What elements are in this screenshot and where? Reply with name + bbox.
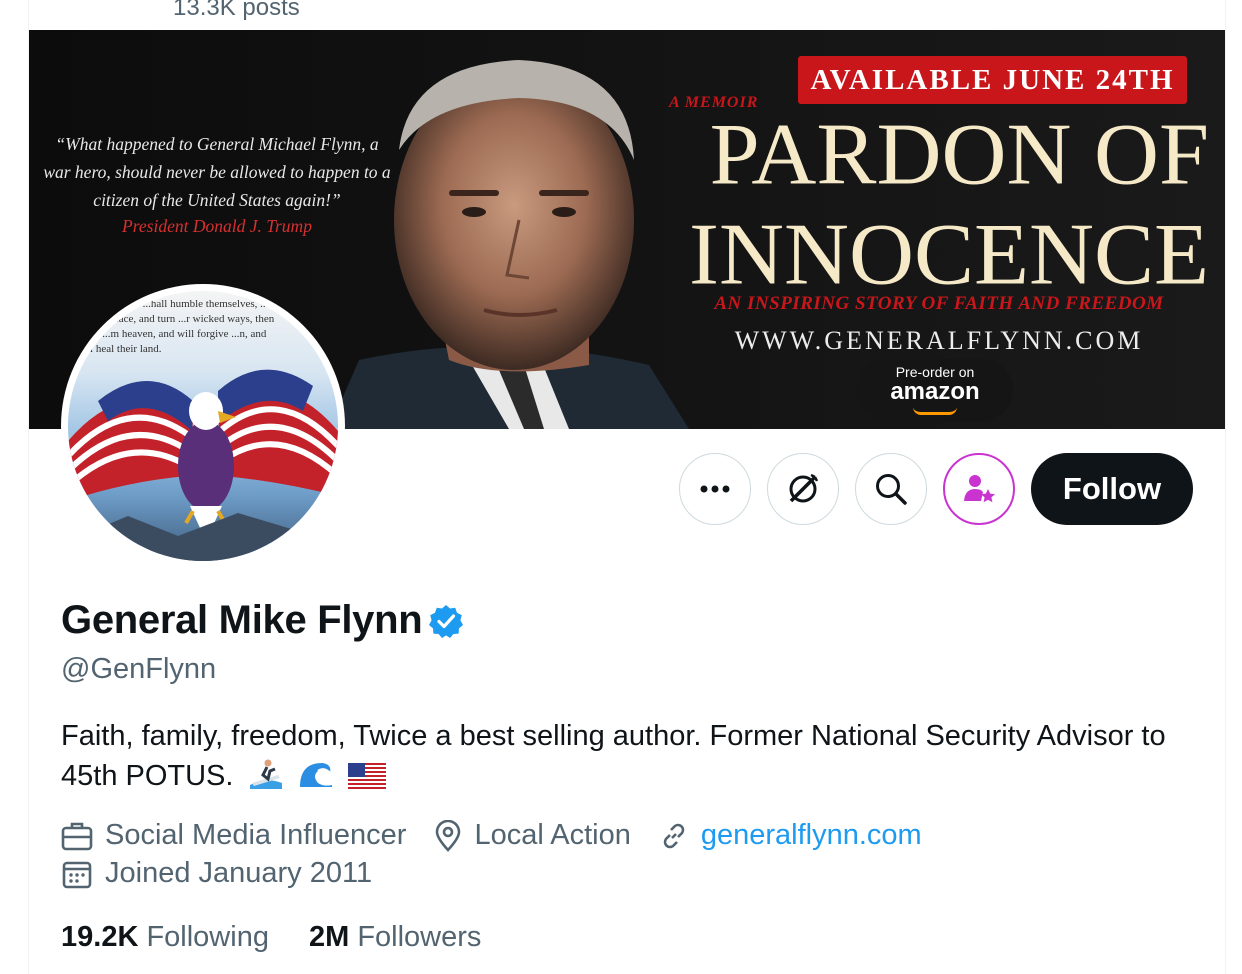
amazon-preorder-badge: Pre-order on amazon: [857, 359, 1013, 421]
calendar-icon: [62, 861, 92, 888]
banner-quote: “What happened to General Michael Flynn,…: [43, 134, 391, 210]
search-icon: [876, 474, 907, 505]
website-link[interactable]: generalflynn.com: [701, 819, 922, 852]
profile-joined: Joined January 2011: [61, 857, 372, 890]
post-count: 13.3K posts: [173, 0, 300, 21]
joined-label: Joined January 2011: [105, 857, 373, 889]
follow-stats: 19.2K Following 2M Followers: [61, 921, 521, 954]
surfer-emoji-icon: [249, 759, 282, 789]
banner-title-line2: INNOCENCE: [689, 206, 1209, 304]
more-icon: [700, 485, 730, 493]
more-button[interactable]: [679, 453, 751, 525]
category-label: Social Media Influencer: [105, 819, 407, 851]
banner-availability-badge: AVAILABLE JUNE 24TH: [798, 56, 1187, 104]
profile-meta-row: Social Media Influencer Local Action gen…: [61, 819, 950, 852]
verified-badge-icon[interactable]: [428, 603, 464, 639]
banner-subtitle: AN INSPIRING STORY OF FAITH AND FREEDOM: [714, 293, 1164, 314]
eagle-flag-illustration: [68, 369, 338, 561]
us-flag-emoji-icon: [347, 763, 386, 789]
display-name: General Mike Flynn: [61, 598, 423, 642]
grok-button[interactable]: [767, 453, 839, 525]
profile-location: Local Action: [434, 819, 631, 852]
search-button[interactable]: [855, 453, 927, 525]
banner-website: WWW.GENERALFLYNN.COM: [734, 326, 1144, 355]
wave-emoji-icon: [299, 763, 332, 787]
avatar[interactable]: ...en are called ...hall humble themselv…: [61, 284, 345, 568]
bio-text: Faith, family, freedom, Twice a best sel…: [61, 720, 1166, 792]
profile-website[interactable]: generalflynn.com: [659, 819, 922, 852]
follow-button[interactable]: Follow: [1031, 453, 1193, 525]
following-stat[interactable]: 19.2K Following: [61, 921, 269, 954]
grok-icon: [789, 473, 819, 503]
followers-stat[interactable]: 2M Followers: [309, 921, 481, 954]
followers-label: Followers: [357, 921, 482, 953]
briefcase-icon: [61, 822, 93, 850]
subscribe-button[interactable]: [943, 453, 1015, 525]
profile-bio: Faith, family, freedom, Twice a best sel…: [61, 716, 1181, 796]
profile-category: Social Media Influencer: [61, 819, 406, 852]
following-count: 19.2K: [61, 921, 139, 953]
banner-title-line1: PARDON OF: [709, 105, 1209, 204]
following-label: Following: [146, 921, 269, 953]
subscribe-icon: [964, 475, 995, 503]
avatar-image: ...en are called ...hall humble themselv…: [68, 291, 338, 561]
location-label: Local Action: [474, 819, 631, 851]
followers-count: 2M: [308, 921, 350, 953]
banner-quote-attribution: President Donald J. Trump: [122, 216, 312, 236]
profile-name-row: General Mike Flynn: [61, 598, 464, 643]
amazon-smile-icon: [913, 407, 957, 415]
profile-handle: @GenFlynn: [61, 653, 217, 685]
amazon-logo-text: amazon: [890, 378, 980, 405]
link-icon: [663, 823, 685, 848]
profile-joined-row: Joined January 2011: [61, 857, 400, 890]
location-pin-icon: [436, 819, 461, 852]
